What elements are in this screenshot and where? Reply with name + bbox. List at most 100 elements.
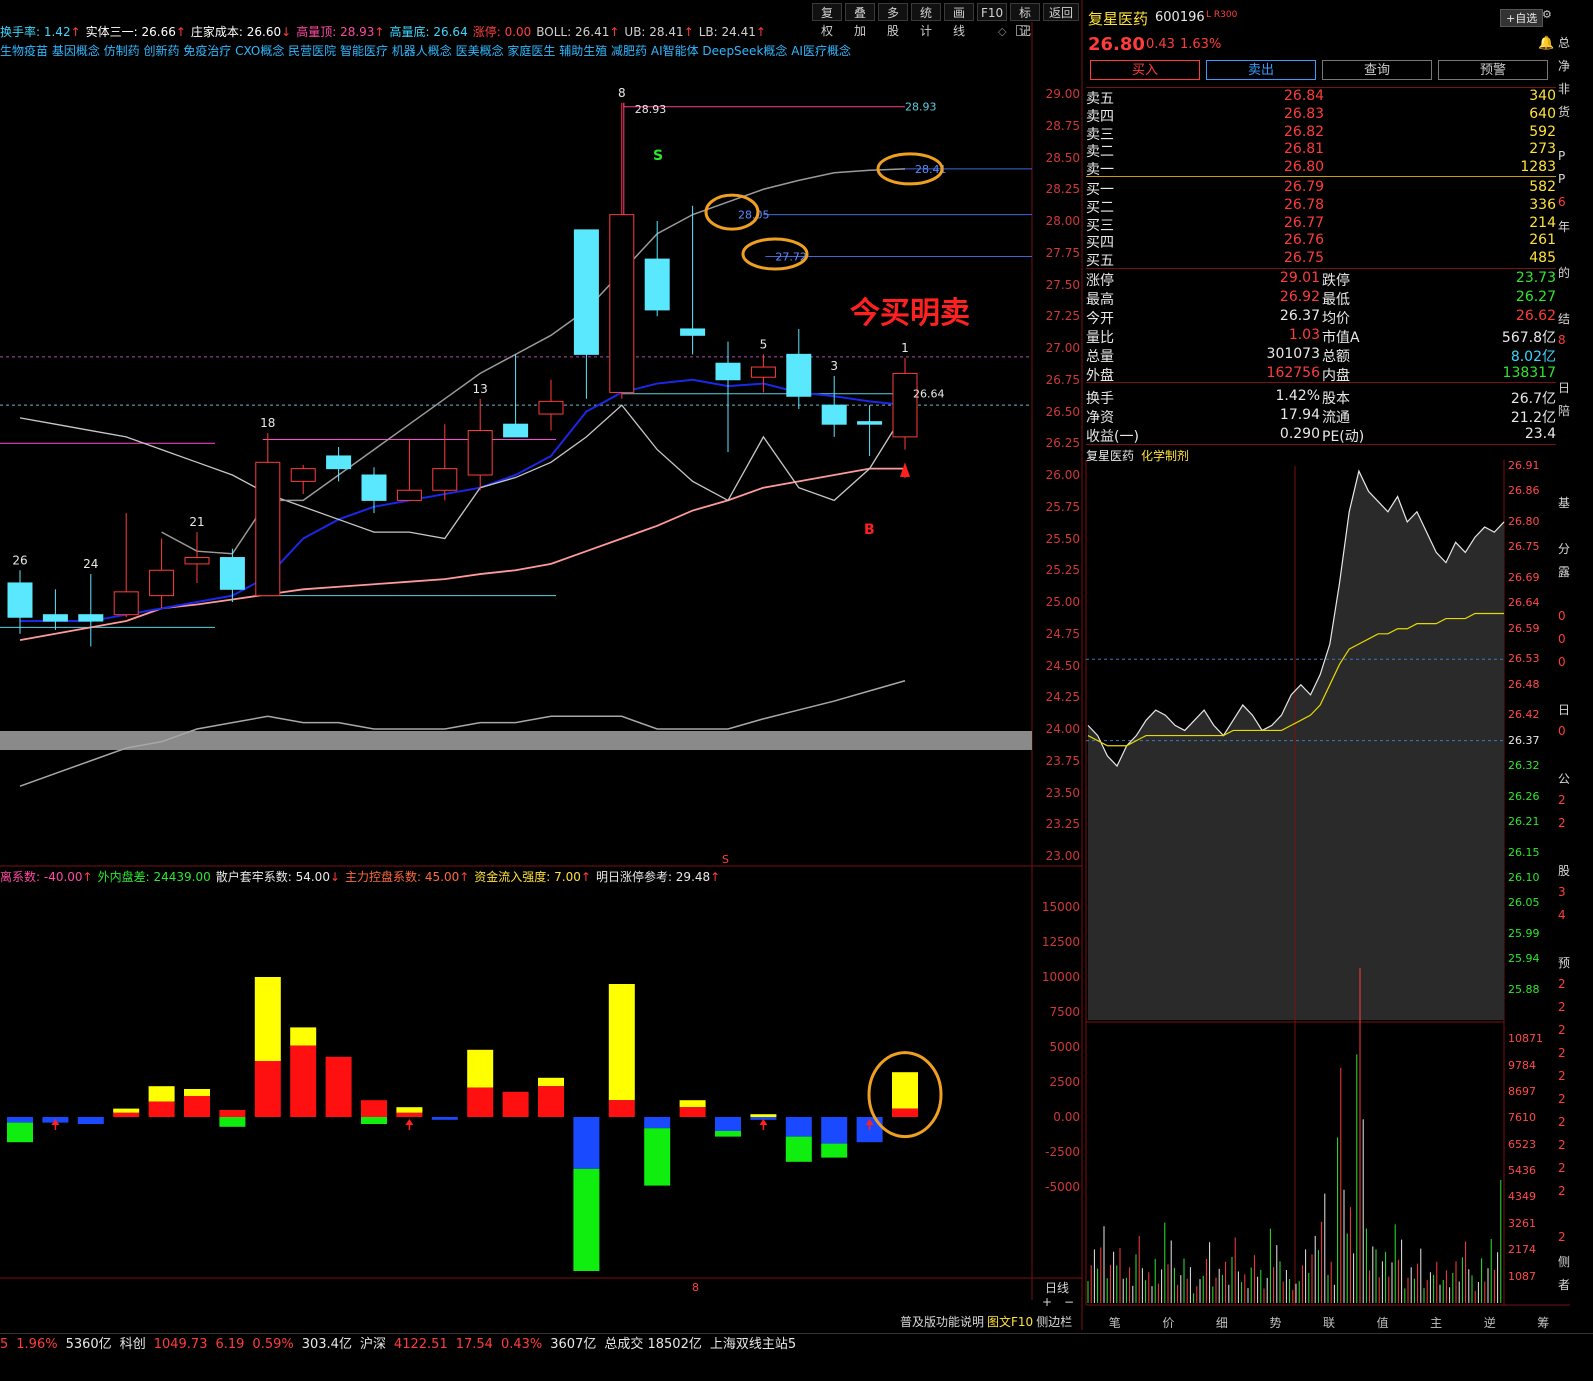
bid-row[interactable]: 买五 26.75 485 (1086, 250, 1570, 269)
status-item: 303.4亿 (301, 1337, 352, 1352)
stat-row: 外盘 162756 内盘 138317 (1086, 365, 1570, 384)
bar-red (467, 1087, 494, 1117)
axis-tick-label: 28.25 (1045, 182, 1080, 197)
axis-tick-label: 25.25 (1045, 563, 1080, 578)
toolbar-fuquan-button[interactable]: 复权 (812, 3, 842, 38)
toolbar-multi-stock-button[interactable]: 多股 (878, 3, 908, 38)
indicator-bar (892, 1072, 918, 1117)
toolbar-f10-button[interactable]: F10 (977, 3, 1007, 21)
self-select-button[interactable]: +自选 (1500, 9, 1544, 27)
bottom-link[interactable]: 普及版功能说明 (900, 1315, 984, 1329)
candle-body (290, 468, 316, 482)
candle-body (396, 489, 422, 501)
ask-row[interactable]: 卖一 26.80 1283 (1086, 159, 1570, 178)
period-label[interactable]: 日线 (1045, 1279, 1069, 1296)
bid-row[interactable]: 买二 26.78 336 (1086, 197, 1570, 216)
quote-tab[interactable]: 值 (1356, 1314, 1410, 1332)
intraday-chart[interactable] (1086, 466, 1505, 1305)
bid-row[interactable]: 买四 26.76 261 (1086, 232, 1570, 251)
ask-row[interactable]: 卖三 26.82 592 (1086, 124, 1570, 143)
info-item-value: 29.48 (675, 870, 711, 884)
axis-tick-label: 26.37 (1508, 733, 1540, 747)
side-panel-char: 2 (1558, 1184, 1566, 1198)
status-item: 4122.51 (393, 1337, 448, 1352)
zoom-in-button[interactable]: + (1042, 1295, 1052, 1309)
status-item: 1.96% (16, 1337, 58, 1352)
bottom-link[interactable]: 侧边栏 (1036, 1315, 1072, 1329)
toolbar-draw-button[interactable]: 画线 (944, 3, 974, 38)
bar-green (821, 1143, 848, 1158)
status-item: 0.59% (252, 1337, 294, 1352)
candle (149, 538, 175, 609)
indicator-chart[interactable] (7, 977, 943, 1271)
quote-tab[interactable]: 势 (1249, 1314, 1303, 1332)
candle-body (857, 421, 883, 425)
stat-label: PE(动) (1322, 429, 1365, 445)
candle-body (609, 214, 635, 393)
bell-icon[interactable]: 🔔 (1538, 36, 1554, 51)
price-change-pct: 1.63% (1180, 37, 1222, 52)
sell-button[interactable]: 卖出 (1206, 60, 1316, 80)
indicator-bar (113, 1108, 140, 1117)
info-item-label: 高量底: (389, 25, 434, 39)
info-item: UB: 28.41↑ (624, 25, 693, 39)
side-panel-char: 非 (1558, 82, 1571, 96)
alert-button[interactable]: 预警 (1438, 60, 1548, 80)
trend-arrow-icon: ↑ (459, 870, 470, 884)
quote-tab[interactable]: 细 (1195, 1314, 1249, 1332)
indicator-bar (77, 1117, 104, 1124)
ob-price: 26.81 (1284, 141, 1325, 158)
toolbar-mark-button[interactable]: 标记 (1010, 3, 1040, 38)
sector-name[interactable]: 化学制剂 (1141, 447, 1189, 464)
trend-arrow-icon: ↑ (70, 25, 81, 39)
settings-icon[interactable]: ⚙ (1542, 8, 1552, 21)
info-item: 主力控盘系数: 45.00↑ (345, 870, 469, 884)
status-bar: 5 1.96% 5360亿 科创 1049.73 6.19 0.59% 303.4亿 沪深 412… (0, 1333, 1593, 1356)
info-item-value: 26.60 (246, 25, 282, 39)
panel-toggle-icon[interactable] (1016, 25, 1027, 36)
ask-row[interactable]: 卖二 26.81 273 (1086, 141, 1570, 160)
quote-tab[interactable]: 价 (1142, 1314, 1196, 1332)
axis-tick-label: 29.00 (1045, 87, 1080, 101)
kline-chart[interactable]: 26 24211813853128.93 28.9328.4128.0527.722… (0, 86, 1032, 787)
zoom-out-button[interactable]: − (1064, 1295, 1074, 1309)
toolbar-back-button[interactable]: 返回 (1043, 3, 1079, 21)
toolbar-stats-button[interactable]: 统计 (911, 3, 941, 38)
stat-row: 收益(一) 0.290 PE(动) 23.4 (1086, 426, 1570, 445)
candle (113, 513, 139, 618)
stat-label: 最高 (1086, 292, 1114, 308)
candle-body (750, 366, 776, 378)
stat-value: 23.73 (1515, 270, 1556, 286)
stat-label: 涨停 (1086, 273, 1114, 289)
ask-row[interactable]: 卖四 26.83 640 (1086, 106, 1570, 125)
concept-tags[interactable]: 生物疫苗 基因概念 仿制药 创新药 免疫治疗 CXO概念 民营医院 智能医疗 机… (0, 43, 851, 59)
indicator-bar (467, 1049, 494, 1117)
axis-tick-label: 27.50 (1045, 277, 1080, 292)
bottom-link[interactable]: 图文F10 (987, 1315, 1033, 1329)
candle-body (432, 468, 458, 491)
quote-tab[interactable]: 主 (1409, 1314, 1463, 1332)
bid-row[interactable]: 买一 26.79 582 (1086, 179, 1570, 198)
quote-tab[interactable]: 笔 (1088, 1314, 1142, 1332)
candle-body (821, 404, 847, 425)
buy-button[interactable]: 买入 (1090, 60, 1200, 80)
candle-body (78, 614, 104, 622)
info-item-label: LB: (698, 25, 722, 39)
candle-body (361, 474, 387, 501)
axis-tick-label: 9784 (1508, 1058, 1536, 1072)
info-item-label: 高量顶: (296, 25, 341, 39)
toolbar-overlay-button[interactable]: 叠加 (845, 3, 875, 38)
quote-tab[interactable]: 逆 (1463, 1314, 1517, 1332)
quote-tab[interactable]: 联 (1302, 1314, 1356, 1332)
bid-row[interactable]: 买三 26.77 214 (1086, 215, 1570, 234)
bar-blue (431, 1117, 458, 1120)
quote-tab[interactable]: 筹 (1517, 1314, 1571, 1332)
info-item-value: 28.41 (649, 25, 684, 39)
query-button[interactable]: 查询 (1322, 60, 1432, 80)
stat-label: 跌停 (1322, 273, 1350, 289)
diamond-icon[interactable]: ◇ (998, 25, 1006, 38)
side-panel-char: 分 (1558, 542, 1571, 556)
candle (219, 548, 245, 602)
indicator-bar (502, 1091, 529, 1117)
ask-row[interactable]: 卖五 26.84 340 (1086, 88, 1570, 107)
